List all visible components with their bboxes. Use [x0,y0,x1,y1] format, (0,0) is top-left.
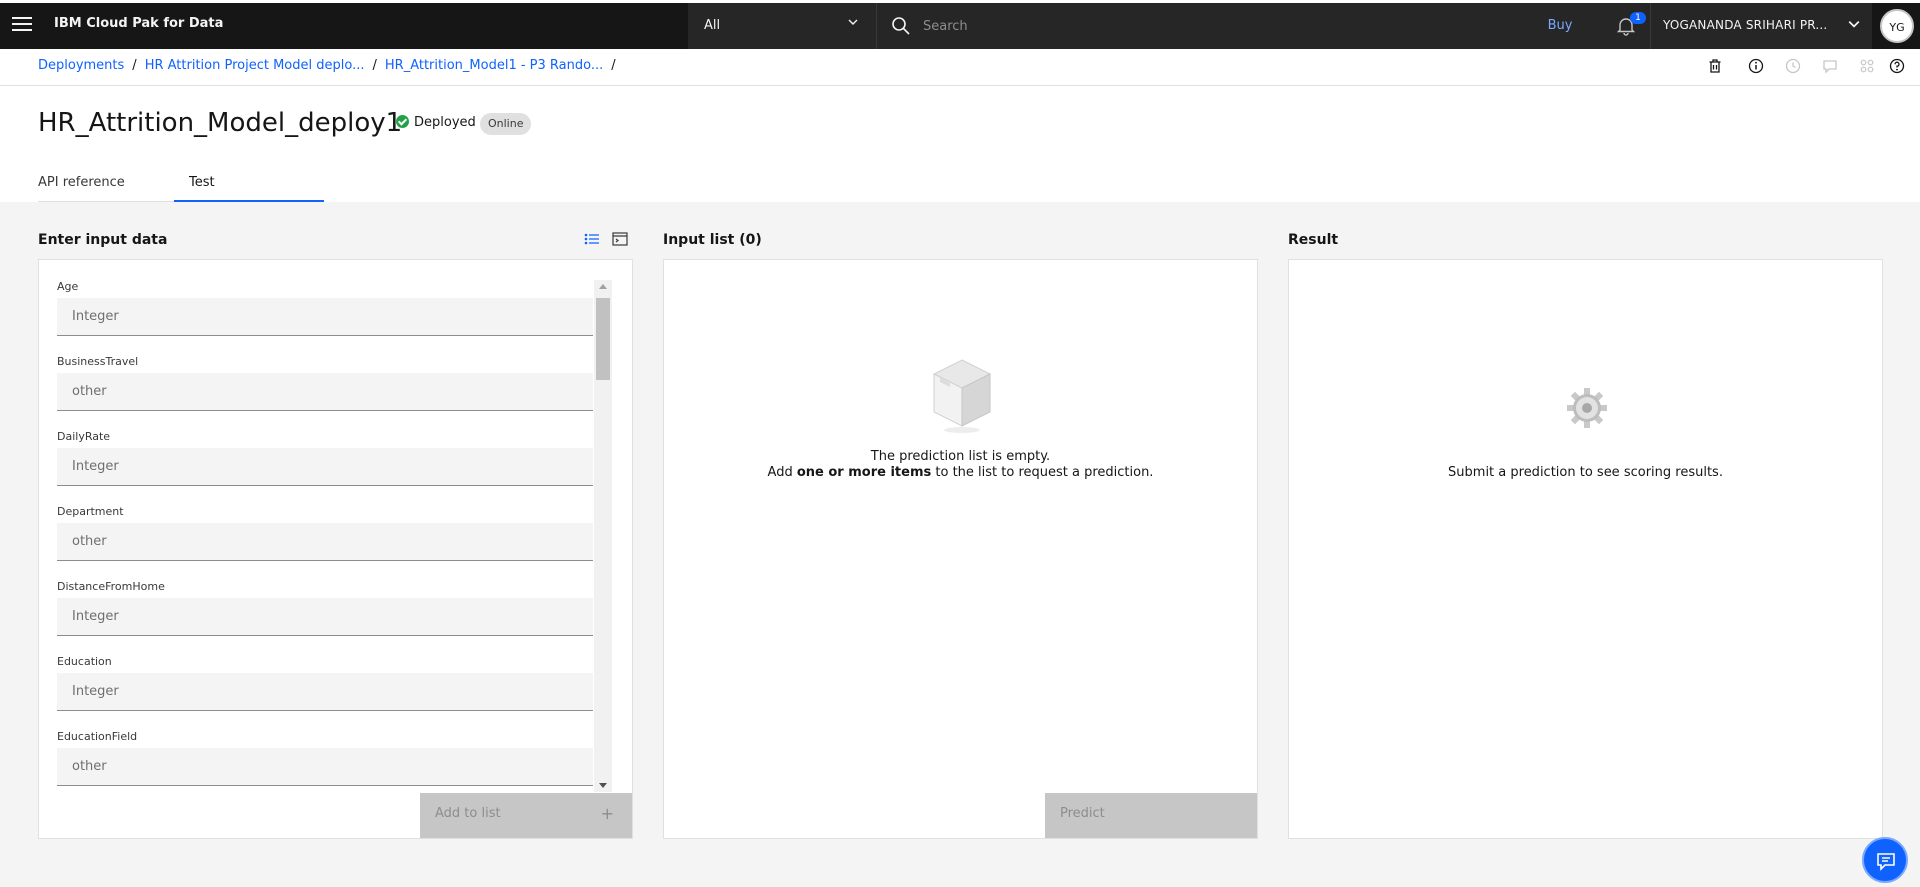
breadcrumb-deployments[interactable]: Deployments [38,58,124,73]
businesstravel-input[interactable] [57,373,593,411]
form-field-age: Age [57,276,593,351]
tab-label: Test [189,175,215,190]
result-empty-message: Submit a prediction to see scoring resul… [1448,465,1723,480]
field-label: DistanceFromHome [57,580,165,593]
account-menu[interactable]: YOGANANDA SRIHARI PR... [1650,3,1872,49]
tab-api-reference[interactable]: API reference [38,172,174,202]
breadcrumb-model[interactable]: HR_Attrition_Model1 - P3 Rando... [385,58,603,73]
add-to-list-label: Add to list [435,806,501,821]
form-field-businesstravel: BusinessTravel [57,351,593,426]
chevron-down-icon [1848,21,1860,28]
scroll-thumb[interactable] [596,298,610,380]
history-icon[interactable] [1784,57,1802,75]
tab-test[interactable]: Test [174,172,324,202]
input-form: Age BusinessTravel DailyRate Department … [57,276,593,788]
chat-button[interactable] [1862,837,1908,883]
menu-icon[interactable] [12,17,32,33]
apps-icon[interactable] [1858,57,1876,75]
deployment-status: Deployed [396,115,476,130]
breadcrumb-separator: / [372,58,377,73]
box-icon [932,359,992,433]
form-field-dailyrate: DailyRate [57,426,593,501]
status-text: Deployed [414,115,476,130]
form-field-distancefromhome: DistanceFromHome [57,576,593,651]
distancefromhome-input[interactable] [57,598,593,636]
checkmark-filled-icon [396,115,409,128]
field-label: Education [57,655,112,668]
form-scrollbar[interactable] [594,280,612,792]
notifications-button[interactable]: 1 [1602,3,1650,49]
education-input[interactable] [57,673,593,711]
form-field-educationfield: EducationField [57,726,593,788]
predict-button[interactable]: Predict [1045,793,1257,838]
account-name: YOGANANDA SRIHARI PR... [1663,18,1828,32]
chat-icon [1877,853,1895,871]
predict-label: Predict [1060,806,1105,821]
field-label: Age [57,280,79,293]
educationfield-input[interactable] [57,748,593,786]
add-to-list-button[interactable]: Add to list + [420,793,632,838]
search-scope-dropdown[interactable]: All [688,3,876,49]
chevron-down-icon [848,19,858,25]
search-icon [892,17,910,35]
result-panel: Submit a prediction to see scoring resul… [1288,259,1883,839]
global-search [876,3,1518,49]
form-field-department: Department [57,501,593,576]
search-scope-value: All [704,18,721,33]
tab-label: API reference [38,175,125,190]
department-input[interactable] [57,523,593,561]
dailyrate-input[interactable] [57,448,593,486]
page-title: HR_Attrition_Model_deploy1 [38,108,403,138]
page-header: HR_Attrition_Model_deploy1 Deployed Onli… [0,86,1920,202]
form-field-education: Education [57,651,593,726]
page-actions [1706,57,1906,77]
top-nav-bar: IBM Cloud Pak for Data All Buy 1 YOGANAN… [0,0,1920,49]
age-input[interactable] [57,298,593,336]
input-panel-title: Enter input data [38,232,168,248]
trash-icon[interactable] [1706,57,1724,75]
input-data-panel: Age BusinessTravel DailyRate Department … [38,259,633,839]
field-label: EducationField [57,730,138,743]
empty-list-message: The prediction list is empty. [870,449,1051,464]
breadcrumb: Deployments / HR Attrition Project Model d… [38,58,624,73]
breadcrumb-bar: Deployments / HR Attrition Project Model d… [0,49,1920,86]
list-view-icon[interactable] [583,230,601,248]
breadcrumb-space[interactable]: HR Attrition Project Model deplo... [145,58,365,73]
empty-list-hint: Add one or more items to the list to req… [767,465,1154,480]
add-icon: + [600,804,614,823]
scroll-up-arrow-icon[interactable] [599,284,607,289]
help-icon[interactable] [1888,57,1906,75]
scroll-down-arrow-icon[interactable] [599,783,607,788]
search-input[interactable] [923,15,1483,37]
notification-count-badge: 1 [1630,12,1646,24]
field-label: DailyRate [57,430,111,443]
app-title[interactable]: IBM Cloud Pak for Data [54,16,223,31]
status-tag: Online [480,113,532,135]
buy-button[interactable]: Buy [1518,3,1602,49]
gear-icon [1567,388,1607,428]
avatar[interactable]: YG [1880,9,1914,43]
breadcrumb-separator: / [611,58,616,73]
breadcrumb-separator: / [132,58,137,73]
field-label: BusinessTravel [57,355,139,368]
comment-icon[interactable] [1821,57,1839,75]
info-icon[interactable] [1747,57,1765,75]
input-list-title: Input list (0) [663,232,762,248]
input-list-panel: The prediction list is empty. Add one or… [663,259,1258,839]
result-title: Result [1288,232,1339,248]
terminal-view-icon[interactable] [611,230,629,248]
field-label: Department [57,505,124,518]
